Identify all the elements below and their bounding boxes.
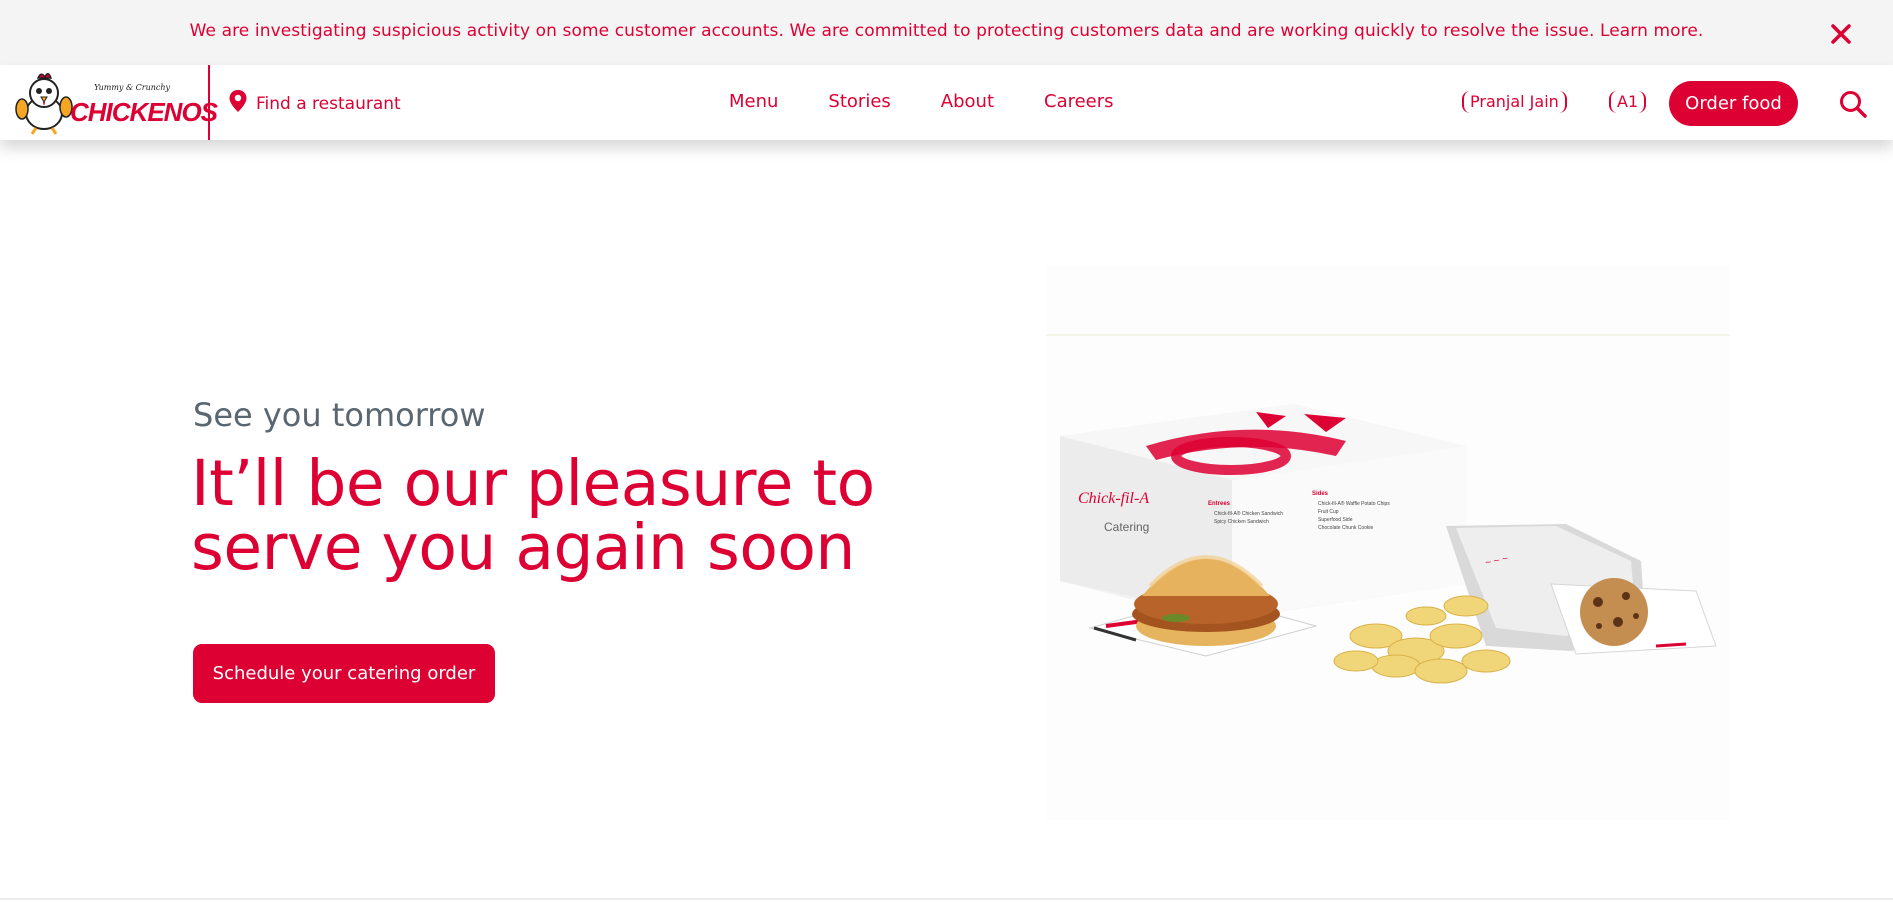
hero-headline: It’ll be our pleasure to serve you again… <box>191 447 875 584</box>
chickenos-logo[interactable]: Yummy & Crunchy CHICKENOS <box>14 71 218 135</box>
user-badge-chip[interactable]: A1 <box>1609 91 1647 113</box>
box-sides-title: Sides <box>1312 491 1329 497</box>
logo-tagline: Yummy & Crunchy <box>94 83 171 92</box>
box-side-3: Superfood Side <box>1318 517 1353 523</box>
logo-divider <box>208 65 210 140</box>
nav-menu[interactable]: Menu <box>729 91 778 112</box>
chicken-mascot-icon <box>15 73 73 135</box>
box-side-2: Fruit Cup <box>1318 509 1339 515</box>
catering-meal-image: Chick-fil-A Catering Entrees Chick-fil-A… <box>1046 266 1730 820</box>
box-brand-text: Chick-fil-A <box>1078 490 1149 507</box>
logo-brand: CHICKENOS <box>70 97 218 127</box>
box-entree-1: Chick-fil-A® Chicken Sandwich <box>1214 510 1283 517</box>
location-pin-icon <box>228 89 248 118</box>
schedule-catering-button[interactable]: Schedule your catering order <box>193 644 495 703</box>
box-catering-text: Catering <box>1104 520 1149 534</box>
order-food-button[interactable]: Order food <box>1669 81 1798 126</box>
nav-stories[interactable]: Stories <box>828 91 890 112</box>
box-entree-2: Spicy Chicken Sandwich <box>1214 519 1269 525</box>
box-entrees-title: Entrees <box>1208 501 1231 507</box>
nav-careers[interactable]: Careers <box>1044 91 1114 112</box>
find-restaurant-label: Find a restaurant <box>256 93 401 114</box>
find-restaurant-link[interactable]: Find a restaurant <box>228 89 401 118</box>
site-header: Yummy & Crunchy CHICKENOS Find a restaur… <box>0 65 1893 140</box>
search-icon[interactable] <box>1838 89 1868 119</box>
box-side-4: Chocolate Chunk Cookie <box>1318 525 1374 531</box>
alert-message[interactable]: We are investigating suspicious activity… <box>0 21 1893 41</box>
alert-bar: We are investigating suspicious activity… <box>0 0 1893 65</box>
close-icon[interactable] <box>1827 20 1855 48</box>
hero-eyebrow: See you tomorrow <box>193 396 486 434</box>
nav-about[interactable]: About <box>941 91 994 112</box>
main-nav: Menu Stories About Careers <box>729 91 1114 112</box>
user-name-chip[interactable]: Pranjal Jain <box>1462 91 1567 113</box>
box-side-1: Chick-fil-A® Waffle Potato Chips <box>1318 500 1390 507</box>
section-divider <box>0 898 1893 900</box>
